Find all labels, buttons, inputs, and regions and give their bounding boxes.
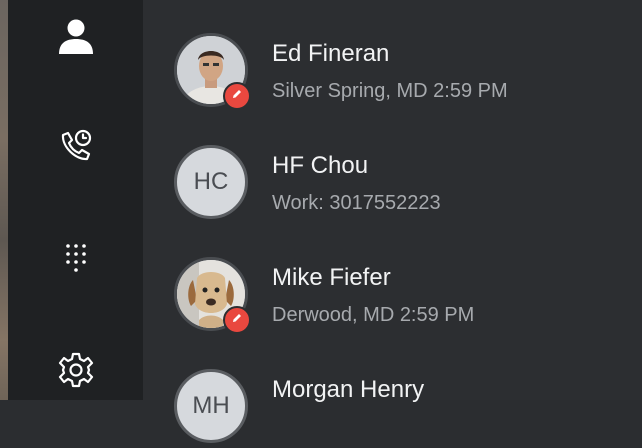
avatar-initials: HC bbox=[193, 168, 229, 195]
contact-name: HF Chou bbox=[272, 152, 369, 179]
contact-row[interactable]: MH Morgan Henry bbox=[143, 336, 642, 448]
contact-avatar: MH bbox=[174, 369, 248, 443]
contact-detail: Work: 3017552223 bbox=[272, 192, 441, 214]
nav-settings-button[interactable] bbox=[48, 344, 104, 400]
contact-name: Ed Fineran bbox=[272, 40, 390, 67]
contact-name: Mike Fiefer bbox=[272, 264, 391, 291]
contact-row[interactable]: HC HF Chou Work: 3017552223 bbox=[143, 112, 642, 224]
pencil-icon bbox=[231, 311, 243, 329]
contact-detail: Derwood, MD 2:59 PM bbox=[272, 304, 475, 326]
person-icon bbox=[56, 16, 96, 61]
contact-detail: Silver Spring, MD 2:59 PM bbox=[272, 80, 508, 102]
nav-contacts-button[interactable] bbox=[48, 10, 104, 66]
pencil-icon bbox=[231, 87, 243, 105]
nav-rail bbox=[8, 0, 143, 400]
avatar-initials: MH bbox=[192, 392, 230, 419]
nav-calls-button[interactable] bbox=[48, 120, 104, 176]
contact-row[interactable]: Ed Fineran Silver Spring, MD 2:59 PM bbox=[143, 0, 642, 112]
contacts-list: Ed Fineran Silver Spring, MD 2:59 PM HC … bbox=[143, 0, 642, 443]
contact-row[interactable]: Mike Fiefer Derwood, MD 2:59 PM bbox=[143, 224, 642, 336]
desktop-background bbox=[0, 0, 8, 400]
phone-clock-icon bbox=[56, 126, 96, 171]
dialpad-icon bbox=[56, 238, 96, 283]
nav-dialpad-button[interactable] bbox=[48, 232, 104, 288]
edit-contact-button[interactable] bbox=[223, 306, 251, 334]
gear-icon bbox=[56, 350, 96, 395]
contact-avatar: HC bbox=[174, 145, 248, 219]
edit-contact-button[interactable] bbox=[223, 82, 251, 110]
